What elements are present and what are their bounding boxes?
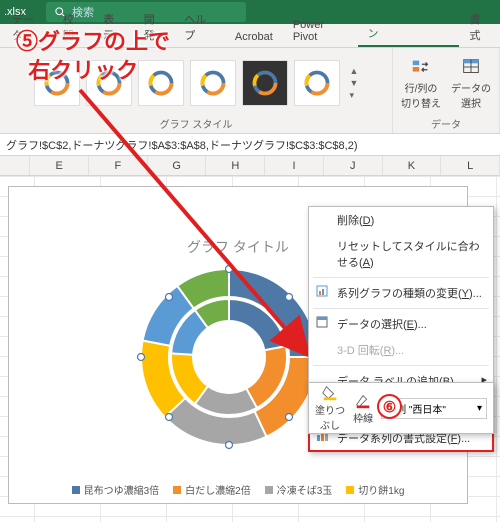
style-expand[interactable]: ▾	[350, 90, 359, 101]
column-header[interactable]: H	[206, 156, 265, 175]
column-header[interactable]: L	[441, 156, 500, 175]
column-header[interactable]: I	[265, 156, 324, 175]
fill-button[interactable]: 塗りつ ぶし	[315, 384, 345, 432]
annotation-text: ⑤グラフの上で 右クリック	[16, 28, 170, 85]
ribbon-tab[interactable]: Acrobat	[225, 27, 283, 47]
column-header[interactable]: G	[148, 156, 207, 175]
style-scroll-up[interactable]: ▲	[350, 66, 359, 76]
chevron-down-icon: ▾	[477, 403, 482, 414]
select-icon	[315, 315, 329, 329]
ribbon-group-label: グラフ スタイル	[160, 116, 233, 131]
legend-item[interactable]: 切り餅1kg	[346, 482, 404, 497]
outline-icon	[354, 392, 372, 410]
ribbon-group-label: データ	[431, 116, 461, 131]
fill-icon	[321, 384, 339, 402]
ribbon-tab[interactable]: Power Pivot	[283, 15, 358, 47]
context-menu-item: 3-D 回転(R)...	[309, 337, 493, 363]
chart-style-thumb[interactable]	[294, 60, 340, 106]
column-header[interactable]: K	[383, 156, 442, 175]
context-menu-item[interactable]: 削除(D)	[309, 207, 493, 233]
outline-button[interactable]: 枠線	[353, 392, 373, 425]
chart-style-thumb[interactable]	[190, 60, 236, 106]
donut-chart[interactable]	[129, 257, 329, 457]
column-header[interactable]: E	[30, 156, 89, 175]
column-header[interactable]	[0, 156, 30, 175]
select-data-button[interactable]: データの 選択	[449, 54, 493, 112]
ribbon-tab[interactable]: グラフのデザイン	[358, 5, 460, 47]
ribbon-tab[interactable]: 書式	[459, 7, 499, 47]
formula-bar[interactable]: グラフ!$C$2,ドーナツグラフ!$A$3:$A$8,ドーナツグラフ!$C$3:…	[0, 134, 500, 156]
style-scroll-down[interactable]: ▼	[350, 78, 359, 88]
annotation-badge-6: ⑥	[377, 394, 402, 419]
select-data-icon	[460, 56, 482, 78]
chart-style-thumb[interactable]	[242, 60, 288, 106]
context-menu-item[interactable]: リセットしてスタイルに合わせる(A)	[309, 233, 493, 275]
chart-legend: 昆布つゆ濃縮3倍白だし濃縮2倍冷凍そば3玉切り餅1kg	[39, 482, 437, 497]
legend-item[interactable]: 白だし濃縮2倍	[173, 482, 251, 497]
context-menu-item[interactable]: データの選択(E)...	[309, 311, 493, 337]
column-headers: EFGHIJKL	[0, 156, 500, 176]
switch-icon	[410, 56, 432, 78]
column-header[interactable]: F	[89, 156, 148, 175]
legend-item[interactable]: 昆布つゆ濃縮3倍	[72, 482, 160, 497]
ribbon-tab[interactable]: ヘルプ	[174, 7, 225, 47]
switch-row-col-button[interactable]: 行/列の 切り替え	[399, 54, 443, 112]
chart-icon	[315, 284, 329, 298]
legend-item[interactable]: 冷凍そば3玉	[265, 482, 333, 497]
ribbon-group-data: 行/列の 切り替え データの 選択 データ	[393, 48, 500, 133]
column-header[interactable]: J	[324, 156, 383, 175]
context-menu-item[interactable]: 系列グラフの種類の変更(Y)...	[309, 280, 493, 306]
